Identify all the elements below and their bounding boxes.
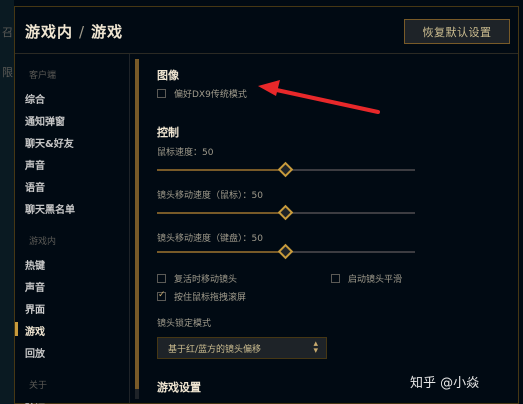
slider-knob[interactable] [277,161,294,178]
background-text-fragment: 限 [2,66,13,79]
camera-speed-keyboard-slider[interactable] [157,243,415,260]
camera-smoothing-row[interactable]: 启动镜头平滑 [331,272,402,285]
breadcrumb-separator: / [79,23,86,41]
prefer-dx9-checkbox-row[interactable]: 偏好DX9传统模式 [157,87,247,100]
settings-sidebar: 客户端 综合 通知弹窗 聊天&好友 声音 语音 聊天黑名单 游戏内 热键 声音 … [15,54,130,403]
settings-window: 召 限 游戏内 / 游戏 恢复默认设置 客户端 综合 通知弹窗 聊天&好友 声音 语… [0,0,523,404]
sidebar-item-notifications[interactable]: 通知弹窗 [25,113,65,128]
content-scrollbar-thumb[interactable] [135,59,139,389]
active-item-indicator [15,322,18,336]
sidebar-item-hotkeys[interactable]: 热键 [25,257,45,272]
sidebar-item-voice[interactable]: 语音 [25,179,45,194]
camera-lock-mode-value: 基于红/蓝方的镜头偏移 [168,344,262,355]
sidebar-item-sound-client[interactable]: 声音 [25,157,45,172]
camera-speed-mouse-slider[interactable] [157,204,415,221]
breadcrumb-current: 游戏 [91,23,124,41]
mouse-speed-slider[interactable] [157,161,415,178]
slider-knob[interactable] [277,204,294,221]
breadcrumb-parent[interactable]: 游戏内 [25,23,73,41]
camera-smoothing-label: 启动镜头平滑 [348,275,403,285]
watermark: 知乎 @小焱 [410,376,480,391]
sidebar-item-chat-friends[interactable]: 聊天&好友 [25,135,74,150]
graphics-section-title: 图像 [157,69,179,82]
move-camera-on-revive-checkbox[interactable] [157,274,166,283]
sidebar-item-general[interactable]: 综合 [25,91,45,106]
background-client-strip: 召 限 [0,0,14,404]
camera-speed-mouse-label: 镜头移动速度（鼠标）：50 [157,191,263,201]
slider-knob[interactable] [277,243,294,260]
sidebar-item-interface[interactable]: 界面 [25,301,45,316]
slider-fill [157,212,286,214]
slider-fill [157,169,286,171]
camera-lock-mode-dropdown[interactable]: 基于红/蓝方的镜头偏移 ▴ ▾ [157,337,327,359]
control-section-title: 控制 [157,126,179,139]
sidebar-group-client: 客户端 [29,71,57,81]
prefer-dx9-checkbox[interactable] [157,89,166,98]
sidebar-item-game[interactable]: 游戏 [25,323,45,338]
prefer-dx9-label: 偏好DX9传统模式 [174,90,247,100]
sidebar-item-replays[interactable]: 回放 [25,345,45,360]
camera-speed-keyboard-label: 镜头移动速度（键盘）：50 [157,234,263,244]
camera-smoothing-checkbox[interactable] [331,274,340,283]
sidebar-item-sound-ingame[interactable]: 声音 [25,279,45,294]
move-camera-on-revive-label: 复活时移动镜头 [174,275,238,285]
sidebar-item-verification[interactable]: 验证 [25,400,45,404]
drag-scroll-label: 按住鼠标拖拽滚屏 [174,293,247,303]
chevron-updown-icon: ▴ ▾ [313,339,318,356]
background-text-fragment: 召 [2,26,13,39]
sidebar-group-ingame: 游戏内 [29,237,57,247]
page-title: 游戏内 / 游戏 [25,21,123,42]
red-annotation-arrow-icon [258,80,380,114]
move-camera-on-revive-row[interactable]: 复活时移动镜头 [157,272,237,285]
slider-fill [157,251,286,253]
drag-scroll-checkbox[interactable] [157,290,166,301]
settings-panel: 游戏内 / 游戏 恢复默认设置 客户端 综合 通知弹窗 聊天&好友 声音 语音 聊天… [14,6,519,404]
gameplay-section-title: 游戏设置 [157,381,201,394]
sidebar-group-about: 关于 [29,381,48,391]
mouse-speed-label: 鼠标速度：50 [157,148,214,158]
drag-scroll-row[interactable]: 按住鼠标拖拽滚屏 [157,290,246,303]
camera-lock-mode-label: 镜头锁定模式 [157,319,212,329]
sidebar-item-chat-blocklist[interactable]: 聊天黑名单 [25,201,75,216]
restore-defaults-button[interactable]: 恢复默认设置 [404,19,510,44]
